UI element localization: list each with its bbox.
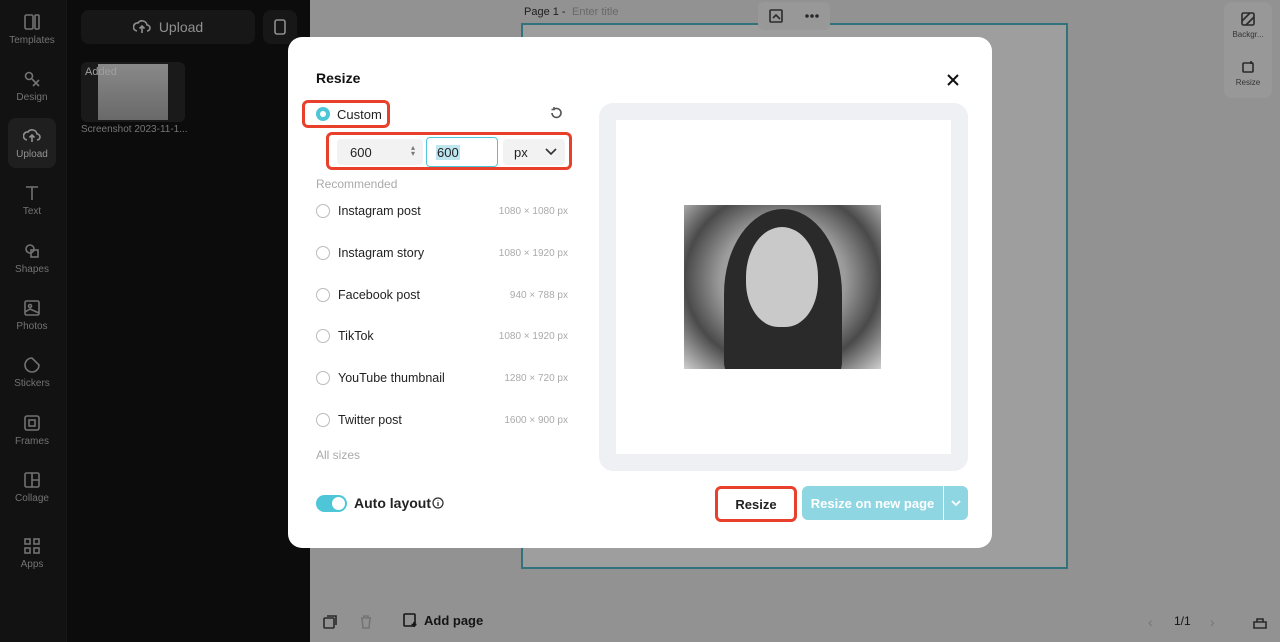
chevron-down-icon <box>951 500 961 507</box>
unit-value: px <box>514 144 528 160</box>
preset-name: Facebook post <box>338 288 420 302</box>
close-icon <box>947 74 959 86</box>
resize-options-dropdown[interactable] <box>944 486 968 520</box>
preset-tiktok[interactable]: TikTok 1080 × 1920 px <box>316 326 568 346</box>
auto-layout-label: Auto layout <box>354 495 431 511</box>
recommended-label: Recommended <box>316 177 398 191</box>
preset-dims: 1080 × 1080 px <box>498 205 568 217</box>
resize-button[interactable]: Resize <box>715 486 797 522</box>
preset-facebook-post[interactable]: Facebook post 940 × 788 px <box>316 285 568 305</box>
preset-name: TikTok <box>338 329 374 343</box>
preset-radio[interactable] <box>316 371 330 385</box>
resize-preview <box>599 103 968 471</box>
close-button[interactable] <box>942 69 964 91</box>
preset-radio[interactable] <box>316 413 330 427</box>
preset-instagram-post[interactable]: Instagram post 1080 × 1080 px <box>316 201 568 221</box>
info-icon[interactable] <box>432 497 444 509</box>
resize-on-new-page-button[interactable]: Resize on new page <box>802 486 943 520</box>
custom-option[interactable]: Custom <box>302 100 390 128</box>
preset-name: Instagram post <box>338 204 421 218</box>
preset-dims: 1080 × 1920 px <box>498 247 568 259</box>
preset-radio[interactable] <box>316 329 330 343</box>
preset-name: Instagram story <box>338 246 425 260</box>
reset-icon[interactable] <box>549 106 563 120</box>
preset-youtube-thumbnail[interactable]: YouTube thumbnail 1280 × 720 px <box>316 368 568 388</box>
width-value: 600 <box>350 144 372 160</box>
preset-dims: 940 × 788 px <box>509 289 568 301</box>
preset-radio[interactable] <box>316 246 330 260</box>
chevron-down-icon <box>545 148 557 156</box>
preset-name: YouTube thumbnail <box>338 371 445 385</box>
all-sizes-link[interactable]: All sizes <box>316 448 360 462</box>
custom-radio[interactable] <box>316 107 330 121</box>
modal-title: Resize <box>316 70 361 86</box>
preset-radio[interactable] <box>316 288 330 302</box>
preview-canvas <box>616 120 951 454</box>
unit-select[interactable]: px <box>503 139 565 165</box>
height-input[interactable]: 600 <box>426 137 498 167</box>
preset-dims: 1080 × 1920 px <box>498 330 568 342</box>
resize-modal: Resize Custom 600 ▴ ▾ 600 px Recommended … <box>288 37 992 548</box>
preview-photo <box>684 205 881 369</box>
custom-label: Custom <box>337 106 382 122</box>
preset-twitter-post[interactable]: Twitter post 1600 × 900 px <box>316 410 568 430</box>
custom-size-inputs: 600 ▴ ▾ 600 px <box>326 132 572 170</box>
width-stepper[interactable]: ▴ ▾ <box>411 144 415 158</box>
preset-dims: 1280 × 720 px <box>504 372 568 384</box>
photo-face <box>746 227 818 327</box>
preset-radio[interactable] <box>316 204 330 218</box>
preset-instagram-story[interactable]: Instagram story 1080 × 1920 px <box>316 243 568 263</box>
auto-layout-toggle[interactable] <box>316 495 347 512</box>
preset-dims: 1600 × 900 px <box>504 414 568 426</box>
height-value: 600 <box>436 144 460 160</box>
preset-name: Twitter post <box>338 413 402 427</box>
